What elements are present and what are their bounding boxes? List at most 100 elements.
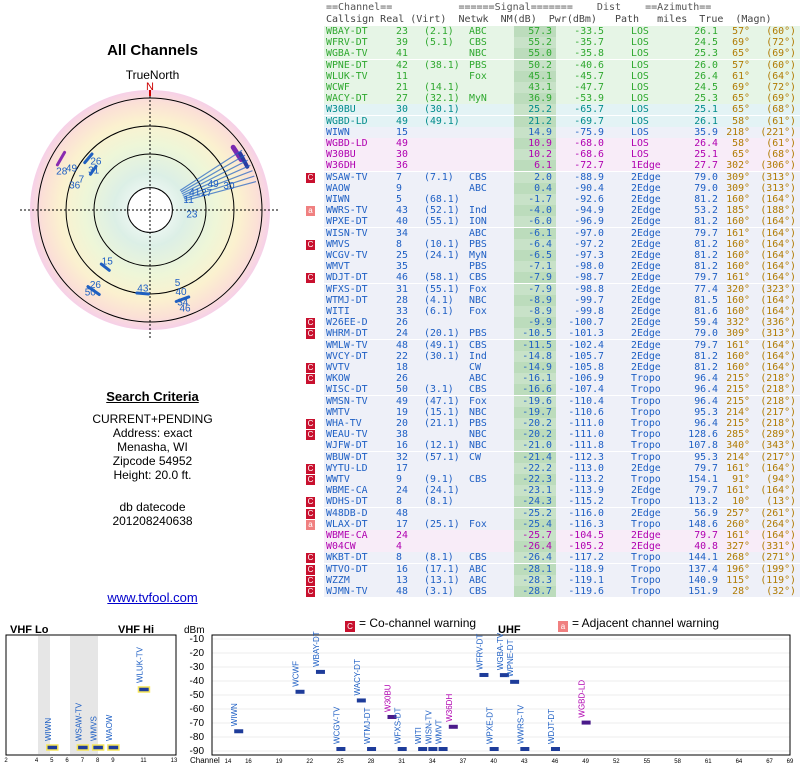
cell-path: 2Edge <box>631 462 661 474</box>
cell-azimuth-true: 320° <box>726 283 750 295</box>
table-row: WGBD-LD 49 (49.1) 21.2 -69.7 LOS 26.1 58° (61°) <box>304 115 800 127</box>
cell-callsign: WBAY-DT <box>326 26 368 37</box>
cell-real-channel: 34 <box>396 227 408 239</box>
cell-power: -111.8 <box>568 440 604 452</box>
cell-power: -111.0 <box>568 429 604 441</box>
cell-callsign: WDJT-DT <box>326 272 368 284</box>
cell-azimuth-magnetic: (336°) <box>760 317 796 329</box>
cell-path: Tropo <box>631 418 661 429</box>
cell-power: -88.9 <box>574 171 604 183</box>
cell-callsign: WLAX-DT <box>326 518 368 530</box>
cell-virtual-channel: (7.1) <box>424 171 454 183</box>
cell-azimuth-magnetic: (119°) <box>760 574 796 586</box>
cell-virtual-channel: (30.1) <box>424 104 460 116</box>
cell-power: -47.7 <box>574 82 604 93</box>
search-criteria-heading: Search Criteria <box>106 389 199 404</box>
cell-azimuth-true: 160° <box>726 362 750 373</box>
cell-network: PBS <box>469 418 487 429</box>
channel-warning-badge: C <box>306 239 315 250</box>
cell-virtual-channel: (20.1) <box>424 328 460 340</box>
cell-noise-margin: 50.2 <box>528 59 552 71</box>
cell-azimuth-magnetic: (217°) <box>760 406 796 418</box>
cell-callsign: WITI <box>326 306 350 317</box>
cell-network: Fox <box>469 283 487 295</box>
cell-noise-margin: -7.9 <box>528 272 552 284</box>
table-header-cols: Callsign Real (Virt) Netwk NM(dB) Pwr(dB… <box>326 14 772 25</box>
uhf-tick: 14 <box>225 759 232 765</box>
true-north-label: TrueNorth <box>125 68 180 82</box>
cell-callsign: WMTV <box>326 406 350 418</box>
cell-azimuth-true: 161° <box>726 530 750 541</box>
table-row: C WEAU-TV 38 NBC -20.2 -111.0 Tropo 128.6 285° (2… <box>304 429 800 441</box>
cell-real-channel: 41 <box>396 48 408 60</box>
cell-real-channel: 43 <box>396 205 408 217</box>
cell-path: 2Edge <box>631 182 661 194</box>
uhf-bar-marker <box>510 679 520 684</box>
table-row: C WDJT-DT 46 (58.1) CBS -7.9 -98.7 2Edge 79.7 161… <box>304 272 800 284</box>
cell-distance: 79.7 <box>694 339 718 351</box>
cell-noise-margin: -10.5 <box>522 328 552 340</box>
vhf-bar-marker <box>76 744 90 751</box>
cell-azimuth-true: 268° <box>726 552 750 564</box>
table-row: W36DH 36 6.1 -72.7 1Edge 27.7 302° (306°) <box>304 160 800 172</box>
cell-real-channel: 23 <box>396 26 408 37</box>
cell-path: 2Edge <box>631 541 661 553</box>
cell-noise-margin: 6.1 <box>534 160 552 172</box>
cell-azimuth-magnetic: (164°) <box>760 272 796 284</box>
cell-azimuth-true: 214° <box>726 406 750 418</box>
cell-azimuth-magnetic: (164°) <box>760 194 796 205</box>
vhf-bar-marker <box>91 744 105 751</box>
cell-virtual-channel: (49.1) <box>424 115 460 127</box>
cell-real-channel: 25 <box>396 250 408 261</box>
cell-network: CBS <box>469 339 487 351</box>
cell-network: Fox <box>469 70 487 82</box>
cell-real-channel: 27 <box>396 93 408 105</box>
cell-azimuth-true: 257° <box>726 507 750 519</box>
channel-warning-badge: C <box>306 329 315 340</box>
cell-callsign: WWTV <box>326 474 350 485</box>
website-link[interactable]: www.tvfool.com <box>0 590 305 605</box>
cell-power: -101.3 <box>568 328 604 340</box>
cell-virtual-channel: (32.1) <box>424 93 460 105</box>
cell-azimuth-magnetic: (199°) <box>760 563 796 575</box>
signal-bar-charts: VHF Lo VHF Hi2 4 5 6 7 8 9 11 13WIWN WSAW-TV WMVS WA… <box>4 624 794 765</box>
cell-distance: 96.4 <box>694 373 718 385</box>
cell-callsign: WGBD-LD <box>326 115 368 127</box>
cell-noise-margin: 55.2 <box>528 37 552 49</box>
cell-network: CBS <box>469 37 487 49</box>
cell-distance: 137.4 <box>688 563 718 575</box>
channel-warning-badge: C <box>306 318 315 329</box>
cell-azimuth-magnetic: (69°) <box>766 48 796 60</box>
cell-azimuth-true: 218° <box>726 126 750 138</box>
cell-virtual-channel: (3.1) <box>424 586 454 597</box>
cell-path: 2Edge <box>631 362 661 373</box>
cell-network: NBC <box>469 440 487 452</box>
cell-virtual-channel: (21.1) <box>424 418 460 429</box>
cell-power: -35.8 <box>574 48 604 60</box>
cell-noise-margin: 10.2 <box>528 149 552 161</box>
cell-real-channel: 9 <box>396 182 402 194</box>
cell-azimuth-true: 309° <box>726 171 750 183</box>
cell-azimuth-magnetic: (188°) <box>760 205 796 217</box>
uhf-bar-label: WCWF <box>292 661 301 687</box>
cell-distance: 25.1 <box>694 149 718 161</box>
cell-callsign: WSAW-TV <box>326 171 368 183</box>
channel-warning-badge: C <box>306 497 315 508</box>
cell-callsign: WISC-DT <box>326 384 368 396</box>
cell-real-channel: 19 <box>396 406 408 418</box>
uhf-bar-marker <box>315 669 325 674</box>
cell-real-channel: 49 <box>396 395 408 407</box>
cell-network: CBS <box>469 272 487 284</box>
cell-noise-margin: -28.7 <box>522 586 552 597</box>
cell-power: -113.2 <box>568 474 604 485</box>
table-row: WTMJ-DT 28 (4.1) NBC -8.9 -99.7 2Edge 81.5 160° (… <box>304 294 800 306</box>
uhf-bar-label: WACY-DT <box>353 659 362 695</box>
cell-power: -118.9 <box>568 563 604 575</box>
table-row: WGBA-TV 41 NBC 55.0 -35.8 LOS 25.3 65° (69°) <box>304 48 800 60</box>
cell-real-channel: 20 <box>396 418 408 429</box>
cell-network: ABC <box>469 182 487 194</box>
cell-distance: 81.2 <box>694 250 718 261</box>
cell-distance: 81.6 <box>694 306 718 317</box>
uhf-tick: 22 <box>306 759 313 765</box>
cell-azimuth-magnetic: (72°) <box>766 82 796 93</box>
